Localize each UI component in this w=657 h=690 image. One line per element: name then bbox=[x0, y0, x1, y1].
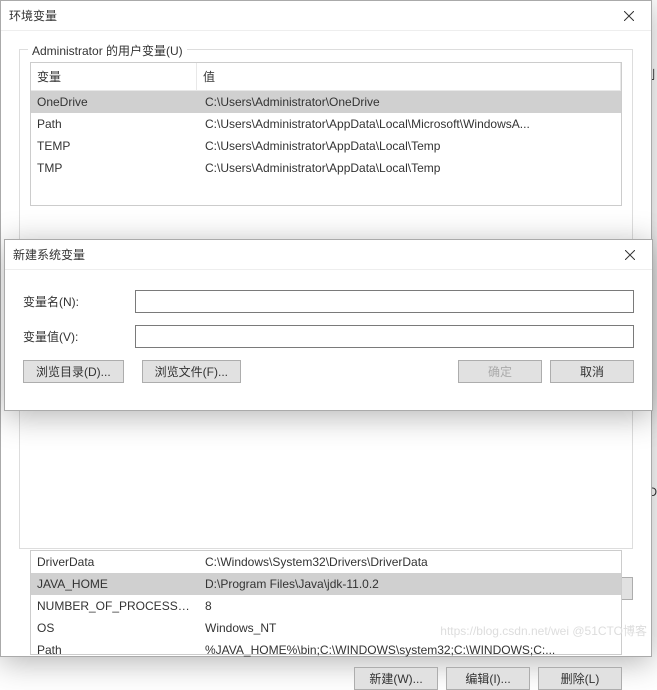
user-variables-body: OneDriveC:\Users\Administrator\OneDriveP… bbox=[31, 91, 621, 179]
cell-variable: DriverData bbox=[31, 554, 199, 570]
cell-variable: JAVA_HOME bbox=[31, 576, 199, 592]
cell-value: 8 bbox=[199, 598, 621, 614]
delete-system-button[interactable]: 删除(L) bbox=[538, 667, 622, 690]
dialog-close-button[interactable] bbox=[607, 240, 652, 270]
cell-value: C:\Users\Administrator\AppData\Local\Tem… bbox=[199, 138, 621, 154]
titlebar: 环境变量 bbox=[1, 1, 651, 31]
cell-value: C:\Users\Administrator\OneDrive bbox=[199, 94, 621, 110]
cell-variable: TEMP bbox=[31, 138, 199, 154]
cell-variable: TMP bbox=[31, 160, 199, 176]
cell-variable: Path bbox=[31, 116, 199, 132]
dialog-titlebar: 新建系统变量 bbox=[5, 240, 652, 270]
cell-value: C:\Users\Administrator\AppData\Local\Mic… bbox=[199, 116, 621, 132]
close-icon bbox=[624, 11, 634, 21]
browse-file-button[interactable]: 浏览文件(F)... bbox=[142, 360, 241, 383]
table-row[interactable]: NUMBER_OF_PROCESSORS8 bbox=[31, 595, 621, 617]
table-row[interactable]: Path%JAVA_HOME%\bin;C:\WINDOWS\system32;… bbox=[31, 639, 621, 661]
window-title: 环境变量 bbox=[9, 7, 57, 24]
variable-name-input[interactable] bbox=[135, 290, 634, 313]
cell-value: D:\Program Files\Java\jdk-11.0.2 bbox=[199, 576, 621, 592]
cell-variable: Path bbox=[31, 642, 199, 658]
column-header-value[interactable]: 值 bbox=[197, 63, 621, 90]
dialog-button-row: 浏览目录(D)... 浏览文件(F)... 确定 取消 bbox=[23, 360, 634, 383]
table-row[interactable]: PathC:\Users\Administrator\AppData\Local… bbox=[31, 113, 621, 135]
edit-system-button[interactable]: 编辑(I)... bbox=[446, 667, 530, 690]
close-icon bbox=[625, 250, 635, 260]
cell-value: C:\Users\Administrator\AppData\Local\Tem… bbox=[199, 160, 621, 176]
user-variables-legend: Administrator 的用户变量(U) bbox=[28, 42, 187, 59]
cell-value: %JAVA_HOME%\bin;C:\WINDOWS\system32;C:\W… bbox=[199, 642, 621, 658]
dialog-title: 新建系统变量 bbox=[13, 246, 85, 263]
variable-value-label: 变量值(V): bbox=[23, 328, 135, 345]
user-variables-table[interactable]: 变量 值 OneDriveC:\Users\Administrator\OneD… bbox=[30, 62, 622, 206]
table-row[interactable]: DriverDataC:\Windows\System32\Drivers\Dr… bbox=[31, 551, 621, 573]
dialog-content: 变量名(N): 变量值(V): 浏览目录(D)... 浏览文件(F)... 确定… bbox=[5, 270, 652, 393]
cell-variable: NUMBER_OF_PROCESSORS bbox=[31, 598, 199, 614]
table-header: 变量 值 bbox=[31, 63, 621, 91]
dialog-ok-button[interactable]: 确定 bbox=[458, 360, 542, 383]
cell-variable: OneDrive bbox=[31, 94, 199, 110]
cell-value: C:\Windows\System32\Drivers\DriverData bbox=[199, 554, 621, 570]
table-row[interactable]: OneDriveC:\Users\Administrator\OneDrive bbox=[31, 91, 621, 113]
table-row[interactable]: TMPC:\Users\Administrator\AppData\Local\… bbox=[31, 157, 621, 179]
table-row[interactable]: TEMPC:\Users\Administrator\AppData\Local… bbox=[31, 135, 621, 157]
browse-directory-button[interactable]: 浏览目录(D)... bbox=[23, 360, 124, 383]
system-variables-table[interactable]: DriverDataC:\Windows\System32\Drivers\Dr… bbox=[30, 550, 622, 655]
cell-variable: OS bbox=[31, 620, 199, 636]
column-header-variable[interactable]: 变量 bbox=[31, 63, 197, 90]
dialog-cancel-button[interactable]: 取消 bbox=[550, 360, 634, 383]
value-row: 变量值(V): bbox=[23, 325, 634, 348]
system-variables-body: DriverDataC:\Windows\System32\Drivers\Dr… bbox=[31, 551, 621, 661]
name-row: 变量名(N): bbox=[23, 290, 634, 313]
close-button[interactable] bbox=[606, 1, 651, 31]
variable-name-label: 变量名(N): bbox=[23, 293, 135, 310]
watermark: https://blog.csdn.net/wei @51CTO博客 bbox=[440, 622, 647, 639]
new-system-button[interactable]: 新建(W)... bbox=[354, 667, 438, 690]
table-row[interactable]: JAVA_HOMED:\Program Files\Java\jdk-11.0.… bbox=[31, 573, 621, 595]
variable-value-input[interactable] bbox=[135, 325, 634, 348]
system-buttons-row: 新建(W)... 编辑(I)... 删除(L) bbox=[30, 655, 622, 690]
new-system-variable-dialog: 新建系统变量 变量名(N): 变量值(V): 浏览目录(D)... 浏览文件(F… bbox=[4, 239, 653, 411]
